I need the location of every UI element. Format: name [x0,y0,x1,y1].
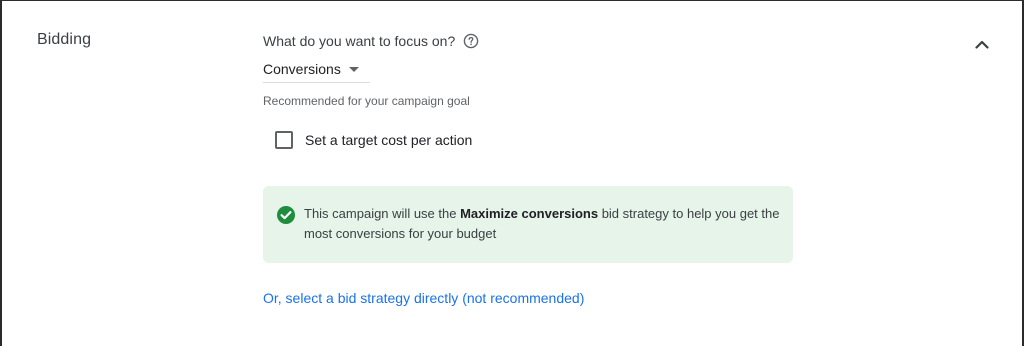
bid-strategy-name: Maximize conversions [460,206,599,221]
focus-question-label: What do you want to focus on? [263,33,456,49]
chevron-up-icon [975,40,989,49]
help-circle-icon[interactable] [463,33,479,49]
bid-strategy-info-text: This campaign will use the Maximize conv… [304,204,784,244]
caret-down-icon [348,66,359,72]
section-title: Bidding [37,31,92,48]
recommendation-helper-text: Recommended for your campaign goal [263,94,470,108]
collapse-button[interactable] [970,32,994,56]
focus-dropdown[interactable]: Conversions [263,56,370,83]
target-cost-option[interactable]: Set a target cost per action [275,131,472,149]
info-text-prefix: This campaign will use the [304,206,461,221]
focus-dropdown-value: Conversions [263,61,341,77]
bid-strategy-info-box: This campaign will use the Maximize conv… [263,186,793,263]
check-circle-icon [277,206,295,224]
select-bid-strategy-link[interactable]: Or, select a bid strategy directly (not … [263,290,584,306]
focus-question: What do you want to focus on? [263,33,479,49]
target-cost-label: Set a target cost per action [305,132,473,148]
target-cost-checkbox[interactable] [275,131,293,149]
